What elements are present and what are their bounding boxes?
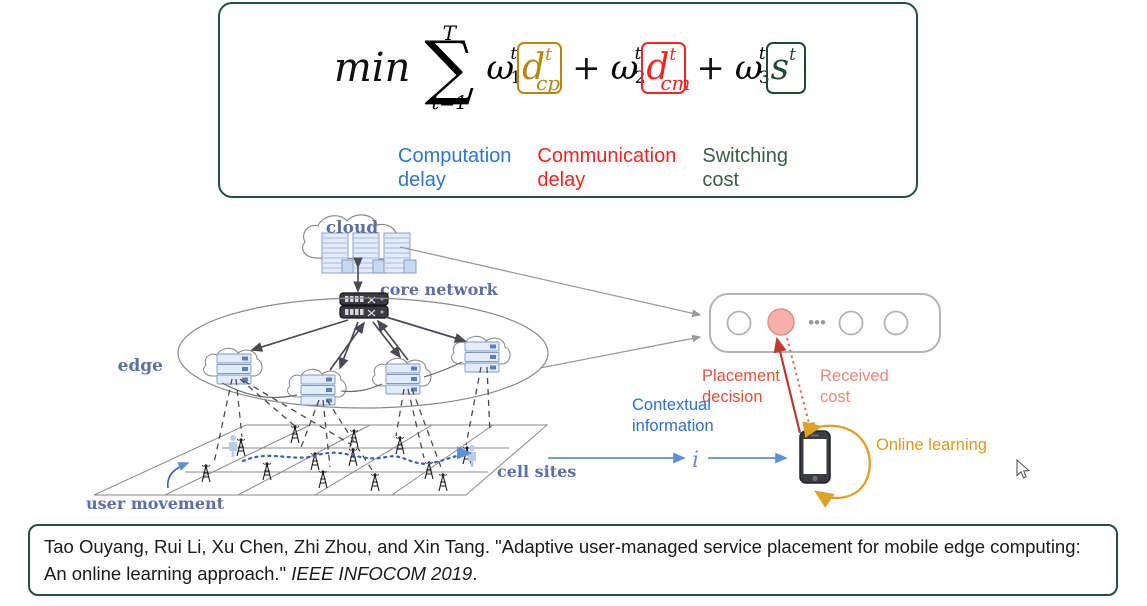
weight-omega-1: ω t 1 [486,44,521,88]
service-node-bar: ••• [709,293,941,353]
variable-superscript: t [545,44,552,65]
service-node-3 [838,310,864,336]
received-cost-line2: cost [820,388,851,406]
variable-superscript: t [669,44,677,65]
online-learning-label: Online learning [876,436,987,454]
objective-formula: min T ∑ t=1 ω t 1 d t cp + ω t 2 d t cm … [220,8,920,128]
mapping-arrows [399,246,702,369]
service-node-selected [767,308,795,336]
weight-omega-2: ω t 2 [611,44,646,88]
contextual-info-line1: Contextual [632,396,711,414]
term-computation-delay: ω t 1 d t cp [486,42,563,95]
legend-computation-delay: Computation delay [398,144,511,193]
citation-plain-2: . [472,562,478,584]
citation-text: Tao Ouyang, Rui Li, Xu Chen, Zhi Zhou, a… [44,534,1102,588]
variable-subscript: cp [536,70,561,95]
boxed-var-s: s t [765,42,807,94]
variable-superscript: t [789,44,796,65]
legend-communication-delay: Communication delay [537,144,676,193]
core-edge-links [250,316,467,371]
variable-dcm: d t cm [646,44,690,95]
contextual-info-line2: information [632,417,714,435]
term-communication-delay: ω t 2 d t cm [611,42,691,95]
service-node-4 [883,310,909,336]
edge-cloud-1 [203,347,263,385]
citation-venue: IEEE INFOCOM 2019 [291,562,473,584]
edge-cloud-2 [287,368,347,406]
variable-s: s t [770,44,801,88]
boxed-var-dcm: d t cm [641,42,691,95]
legend-line-2: cost [702,169,740,192]
weight-omega-3: ω t 3 [735,44,770,88]
citation-box: Tao Ouyang, Rui Li, Xu Chen, Zhi Zhou, a… [28,524,1118,596]
core-network-label: core network [380,280,499,299]
legend-line-1: Communication [537,145,677,167]
edge-cloud-3 [372,357,432,395]
sigma-icon: ∑ [424,25,475,108]
legend-line-1: Computation [398,145,512,167]
formula-panel: min T ∑ t=1 ω t 1 d t cp + ω t 2 d t cm … [218,2,918,198]
edge-cloud-4 [451,335,511,373]
placement-decision-line1: Placement [702,367,780,385]
summation-lower-limit: t=1 [431,92,468,115]
min-operator: min [333,45,411,91]
context-symbol: i [692,448,699,473]
omega-superscript: t [758,44,766,64]
architecture-diagram: cloud core network edge user movement ce… [0,205,1147,515]
received-cost-line1: Received [820,367,889,385]
mouse-pointer-icon [1016,458,1032,481]
boxed-var-dcp: d t cp [517,42,563,95]
cell-sites-label: cell sites [497,462,576,481]
mobile-device-icon [799,430,831,484]
variable-dcp: d t cp [522,44,560,95]
legend-line-1: Switching [702,145,788,167]
core-router-icon [339,292,389,319]
citation-plain-1: Tao Ouyang, Rui Li, Xu Chen, Zhi Zhou, a… [44,536,1081,584]
plus-operator-2: + [696,48,725,88]
variable-subscript: cm [660,70,691,95]
placement-decision-line2: decision [702,388,763,406]
legend-line-2: delay [537,169,586,192]
legend-line-2: delay [398,169,446,192]
service-node-1 [726,310,752,336]
legend-switching-cost: Switching cost [702,144,788,193]
node-ellipsis: ••• [808,313,826,332]
user-movement-label: user movement [86,494,225,513]
summation-operator: T ∑ t=1 [424,23,474,113]
cloud-label: cloud [326,218,379,238]
edge-label: edge [118,356,164,376]
formula-legend: Computation delay Communication delay Sw… [398,144,918,193]
plus-operator-1: + [572,48,601,88]
variable-letter: s [770,46,790,88]
term-switching-cost: ω t 3 s t [735,42,807,94]
cell-site-plane [93,424,549,496]
placement-decision-arrow [773,336,802,434]
